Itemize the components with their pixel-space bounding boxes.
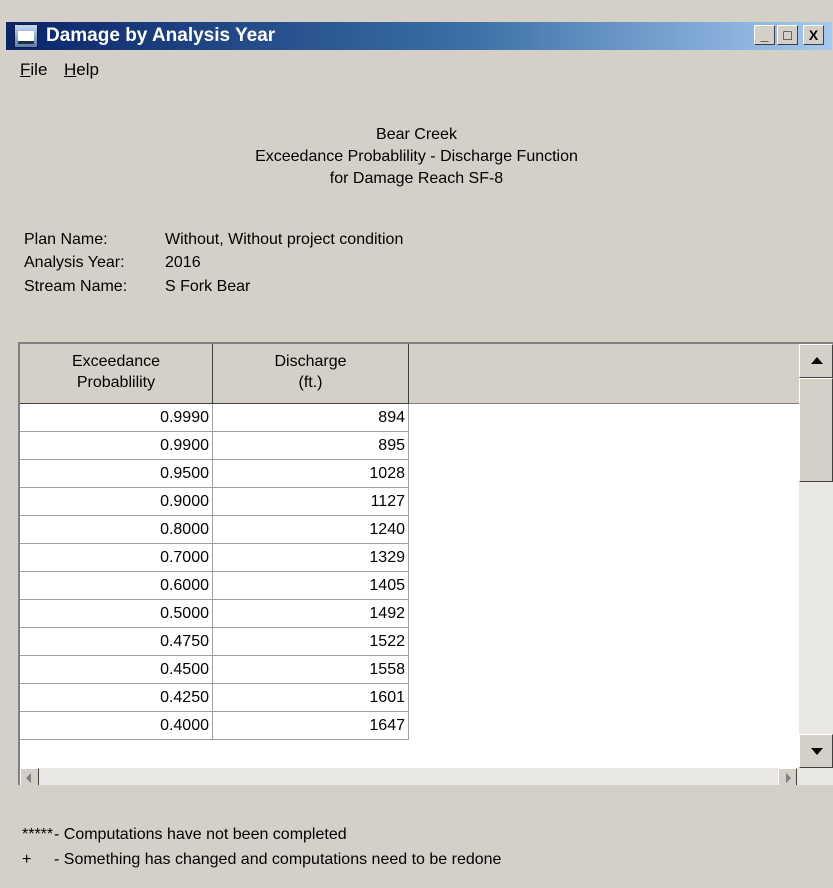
report-header: Bear Creek Exceedance Probablility - Dis… — [0, 124, 833, 190]
menu-help-hotkey: H — [64, 60, 77, 79]
cell-exceedance-probability[interactable]: 0.9000 — [20, 488, 213, 516]
cell-discharge[interactable]: 1601 — [213, 684, 409, 712]
analysis-year-value: 2016 — [165, 254, 201, 271]
cell-exceedance-probability[interactable]: 0.6000 — [20, 572, 213, 600]
cell-exceedance-probability[interactable]: 0.9900 — [20, 432, 213, 460]
vertical-scrollbar[interactable] — [799, 344, 833, 768]
table-row[interactable]: 0.9990 894 — [20, 404, 409, 432]
cell-exceedance-probability[interactable]: 0.4500 — [20, 656, 213, 684]
table-row[interactable]: 0.4250 1601 — [20, 684, 409, 712]
cell-exceedance-probability[interactable]: 0.8000 — [20, 516, 213, 544]
cell-discharge[interactable]: 1329 — [213, 544, 409, 572]
table-row[interactable]: 0.9900 895 — [20, 432, 409, 460]
cell-discharge[interactable]: 1127 — [213, 488, 409, 516]
stream-name-value: S Fork Bear — [165, 278, 251, 295]
cell-exceedance-probability[interactable]: 0.4250 — [20, 684, 213, 712]
header-stream-title: Bear Creek — [376, 126, 457, 143]
cell-exceedance-probability[interactable]: 0.9500 — [20, 460, 213, 488]
plan-name-label: Plan Name: — [24, 231, 108, 248]
close-button[interactable]: X — [803, 25, 824, 45]
cell-exceedance-probability[interactable]: 0.4750 — [20, 628, 213, 656]
scroll-left-button[interactable] — [20, 768, 39, 785]
table-row[interactable]: 0.6000 1405 — [20, 572, 409, 600]
menu-file[interactable]: File — [20, 60, 47, 80]
stream-name-row: Stream Name: S Fork Bear — [24, 278, 250, 296]
column-header-exceedance-line1: Exceedance — [71, 353, 161, 370]
cell-discharge[interactable]: 1647 — [213, 712, 409, 740]
header-function-title: Exceedance Probablility - Discharge Func… — [255, 148, 578, 165]
analysis-year-label: Analysis Year: — [24, 254, 125, 271]
horizontal-scrollbar[interactable] — [20, 768, 833, 785]
column-header-exceedance-line2: Probablility — [76, 374, 156, 391]
column-header-discharge-line2: (ft.) — [298, 374, 323, 391]
cell-discharge[interactable]: 1405 — [213, 572, 409, 600]
menu-file-rest: ile — [30, 60, 48, 79]
table-row[interactable]: 0.4000 1647 — [20, 712, 409, 740]
app-icon[interactable] — [14, 24, 38, 48]
scroll-up-button[interactable] — [799, 344, 833, 378]
cell-discharge[interactable]: 1492 — [213, 600, 409, 628]
menu-help[interactable]: Help — [64, 60, 99, 80]
cell-exceedance-probability[interactable]: 0.7000 — [20, 544, 213, 572]
cell-exceedance-probability[interactable]: 0.9990 — [20, 404, 213, 432]
column-header-exceedance[interactable]: Exceedance Probablility — [20, 344, 213, 404]
window-title: Damage by Analysis Year — [46, 25, 276, 46]
stream-name-label: Stream Name: — [24, 278, 128, 295]
column-header-discharge-line1: Discharge — [274, 353, 347, 370]
cell-exceedance-probability[interactable]: 0.5000 — [20, 600, 213, 628]
legend-changed-text: - Something has changed and computations… — [54, 851, 502, 868]
table-row[interactable]: 0.4500 1558 — [20, 656, 409, 684]
table-row[interactable]: 0.5000 1492 — [20, 600, 409, 628]
table-row[interactable]: 0.9500 1028 — [20, 460, 409, 488]
legend-changed: + - Something has changed and computation… — [22, 851, 501, 869]
maximize-button[interactable]: □ — [777, 25, 798, 45]
legend-changed-symbol: + — [22, 851, 32, 868]
title-bar[interactable]: Damage by Analysis Year _ □ X — [6, 22, 832, 50]
vertical-scroll-thumb[interactable] — [799, 378, 833, 482]
data-grid[interactable]: Exceedance Probablility Discharge (ft.) … — [18, 342, 833, 785]
cell-discharge[interactable]: 1522 — [213, 628, 409, 656]
scroll-down-button[interactable] — [799, 734, 833, 768]
scroll-right-button[interactable] — [778, 768, 797, 785]
menu-help-rest: elp — [76, 60, 99, 79]
legend-incomplete-symbol: ***** — [22, 826, 54, 843]
table-row[interactable]: 0.7000 1329 — [20, 544, 409, 572]
damage-by-analysis-year-window: Damage by Analysis Year _ □ X File Help … — [0, 0, 833, 888]
cell-discharge[interactable]: 894 — [213, 404, 409, 432]
grid-body: Exceedance Probablility Discharge (ft.) … — [20, 344, 800, 768]
plan-name-value: Without, Without project condition — [165, 231, 404, 248]
table-row[interactable]: 0.4750 1522 — [20, 628, 409, 656]
legend-incomplete: *****- Computations have not been comple… — [22, 826, 347, 844]
cell-exceedance-probability[interactable]: 0.4000 — [20, 712, 213, 740]
cell-discharge[interactable]: 1240 — [213, 516, 409, 544]
minimize-button[interactable]: _ — [754, 25, 775, 45]
cell-discharge[interactable]: 1028 — [213, 460, 409, 488]
cell-discharge[interactable]: 895 — [213, 432, 409, 460]
plan-name-row: Plan Name: Without, Without project condi… — [24, 231, 403, 249]
legend-incomplete-text: - Computations have not been completed — [54, 826, 347, 843]
header-reach-title: for Damage Reach SF-8 — [329, 170, 504, 187]
analysis-year-row: Analysis Year: 2016 — [24, 254, 201, 272]
table-row[interactable]: 0.9000 1127 — [20, 488, 409, 516]
column-header-filler — [409, 344, 800, 404]
column-header-discharge[interactable]: Discharge (ft.) — [213, 344, 409, 404]
cell-discharge[interactable]: 1558 — [213, 656, 409, 684]
table-row[interactable]: 0.8000 1240 — [20, 516, 409, 544]
menu-file-hotkey: F — [20, 60, 31, 79]
